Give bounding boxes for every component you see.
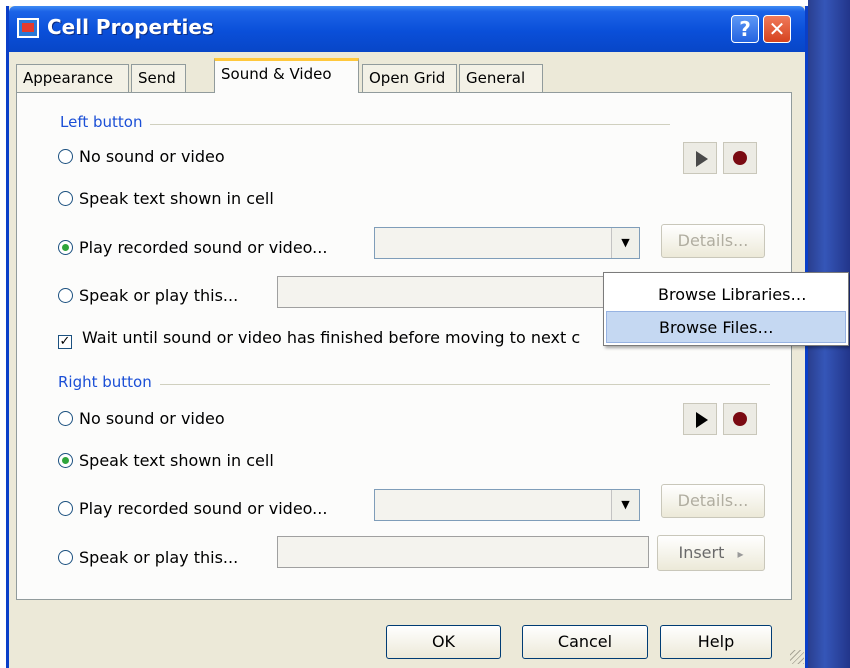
radio-icon[interactable]: [58, 453, 73, 468]
wait-until-finished-checkbox[interactable]: ✓ Wait until sound or video has finished …: [58, 328, 580, 349]
tab-open-grid[interactable]: Open Grid: [362, 64, 457, 92]
option-label: Speak or play this...: [79, 548, 239, 567]
right-button-group-label: Right button: [58, 373, 152, 391]
checkbox-icon[interactable]: ✓: [58, 335, 72, 349]
left-record-button[interactable]: [723, 142, 757, 174]
checkbox-label: Wait until sound or video has finished b…: [82, 328, 581, 347]
group-divider: [150, 124, 670, 125]
option-label: No sound or video: [79, 147, 225, 166]
browse-context-menu: Browse Libraries… Browse Files…: [603, 272, 849, 346]
menu-item-browse-files[interactable]: Browse Files…: [606, 311, 846, 343]
option-label: Play recorded sound or video...: [79, 238, 328, 257]
left-speak-play-input[interactable]: [277, 276, 605, 308]
right-speak-play-option[interactable]: Speak or play this...: [58, 548, 238, 567]
option-label: Speak or play this...: [79, 286, 239, 305]
chevron-down-icon[interactable]: ▼: [611, 490, 639, 520]
play-icon: [696, 151, 708, 167]
group-divider: [160, 384, 770, 385]
app-icon: [17, 18, 39, 38]
help-button[interactable]: Help: [660, 625, 772, 659]
option-label: Play recorded sound or video...: [79, 499, 328, 518]
radio-icon[interactable]: [58, 411, 73, 426]
option-label: No sound or video: [79, 409, 225, 428]
right-play-recorded-option[interactable]: Play recorded sound or video...: [58, 499, 327, 518]
close-button[interactable]: ✕: [763, 15, 791, 43]
left-button-group-label: Left button: [60, 113, 143, 131]
radio-icon[interactable]: [58, 501, 73, 516]
radio-icon[interactable]: [58, 240, 73, 255]
radio-icon[interactable]: [58, 550, 73, 565]
help-title-button[interactable]: ?: [731, 15, 759, 43]
left-recording-select[interactable]: ▼: [374, 227, 640, 259]
insert-button[interactable]: Insert ▸: [657, 535, 765, 571]
tab-send[interactable]: Send: [131, 64, 186, 92]
right-speak-text-option[interactable]: Speak text shown in cell: [58, 451, 274, 470]
radio-icon[interactable]: [58, 191, 73, 206]
left-speak-text-option[interactable]: Speak text shown in cell: [58, 189, 274, 208]
option-label: Speak text shown in cell: [79, 451, 274, 470]
tab-sound-video[interactable]: Sound & Video: [214, 58, 359, 93]
right-play-button[interactable]: [683, 403, 717, 435]
right-recording-select[interactable]: ▼: [374, 489, 640, 521]
chevron-right-icon: ▸: [737, 547, 744, 561]
right-details-button[interactable]: Details...: [661, 484, 765, 518]
radio-icon[interactable]: [58, 149, 73, 164]
window-title: Cell Properties: [47, 15, 214, 39]
play-icon: [696, 412, 708, 428]
right-record-button[interactable]: [723, 403, 757, 435]
option-label: Speak text shown in cell: [79, 189, 274, 208]
left-no-sound-option[interactable]: No sound or video: [58, 147, 225, 166]
cancel-button[interactable]: Cancel: [522, 625, 648, 659]
title-bar[interactable]: Cell Properties ? ✕: [9, 6, 805, 52]
resize-grip-icon[interactable]: [790, 650, 804, 664]
right-no-sound-option[interactable]: No sound or video: [58, 409, 225, 428]
radio-icon[interactable]: [58, 288, 73, 303]
left-play-recorded-option[interactable]: Play recorded sound or video...: [58, 238, 327, 257]
left-details-button[interactable]: Details...: [661, 224, 765, 258]
record-icon: [733, 412, 747, 426]
ok-button[interactable]: OK: [386, 625, 501, 659]
menu-item-browse-libraries[interactable]: Browse Libraries…: [606, 279, 846, 311]
tab-general[interactable]: General: [459, 64, 543, 92]
left-speak-play-option[interactable]: Speak or play this...: [58, 286, 238, 305]
record-icon: [733, 151, 747, 165]
insert-label: Insert: [678, 543, 725, 562]
tab-appearance[interactable]: Appearance: [16, 64, 129, 92]
right-speak-play-input[interactable]: [277, 536, 649, 568]
chevron-down-icon[interactable]: ▼: [611, 228, 639, 258]
left-play-button[interactable]: [683, 142, 717, 174]
